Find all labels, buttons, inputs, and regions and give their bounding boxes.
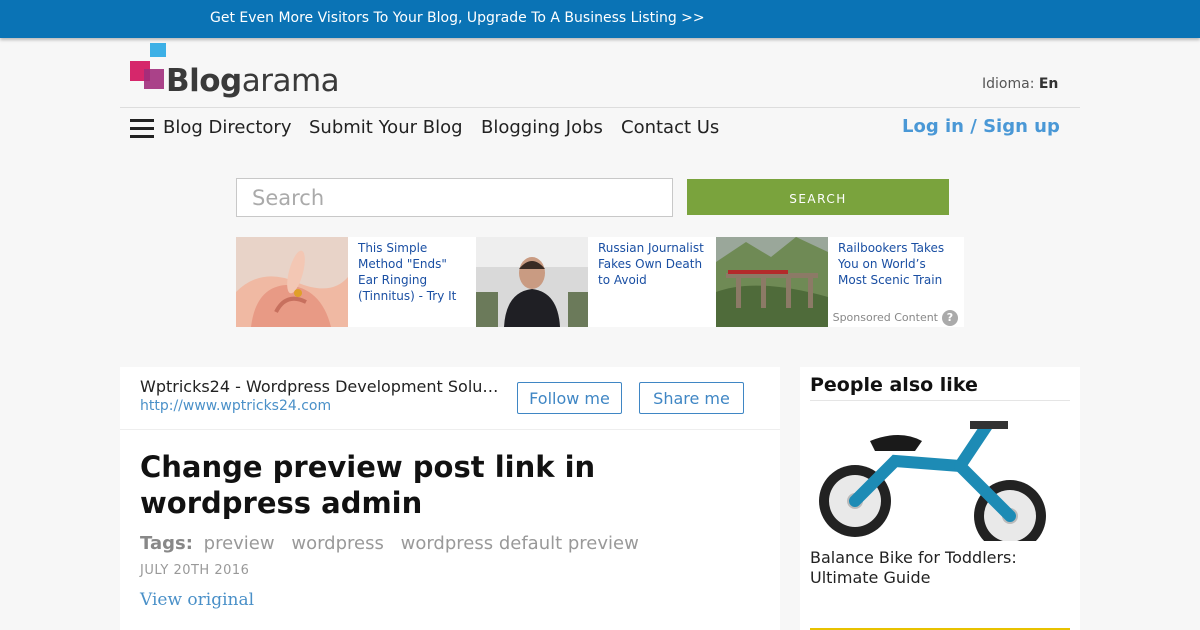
post-card: Wptricks24 - Wordpress Development Solut… xyxy=(120,367,780,630)
sidebar-people-also-like: People also like Balance Bike for Toddle… xyxy=(800,367,1080,630)
source-divider xyxy=(120,429,780,430)
help-icon[interactable]: ? xyxy=(942,310,958,326)
ad-train-image[interactable] xyxy=(716,237,828,327)
ad-item[interactable]: Russian Journalist Fakes Own Death to Av… xyxy=(476,237,704,327)
blog-name[interactable]: Wptricks24 - Wordpress Development Solut… xyxy=(140,377,500,396)
logo-wordmark: Blogarama xyxy=(166,63,340,99)
blog-url-link[interactable]: http://www.wptricks24.com xyxy=(140,398,331,414)
sidebar-card-title[interactable]: Balance Bike for Toddlers: Ultimate Guid… xyxy=(810,548,1070,588)
nav-contact-us[interactable]: Contact Us xyxy=(621,117,719,138)
nav-blog-directory[interactable]: Blog Directory xyxy=(163,117,291,138)
ad-journalist-image[interactable] xyxy=(476,237,588,327)
ad-ear-image[interactable] xyxy=(236,237,348,327)
header-divider xyxy=(120,107,1080,108)
tag-link[interactable]: preview xyxy=(204,533,275,554)
logo-square-icon xyxy=(150,43,166,57)
ad-headline[interactable]: Railbookers Takes You on World’s Most Sc… xyxy=(838,240,948,288)
follow-button[interactable]: Follow me xyxy=(517,382,622,414)
view-original-link[interactable]: View original xyxy=(140,590,254,610)
sponsored-ads: This Simple Method "Ends" Ear Ringing (T… xyxy=(236,237,964,327)
post-tags: Tags: preview wordpress wordpress defaul… xyxy=(140,533,645,554)
balance-bike-image[interactable] xyxy=(810,415,1070,552)
sponsored-content-label: Sponsored Content? xyxy=(833,310,958,326)
share-button[interactable]: Share me xyxy=(639,382,744,414)
tag-link[interactable]: wordpress xyxy=(291,533,384,554)
login-signup-link[interactable]: Log in / Sign up xyxy=(902,116,1060,137)
language-value[interactable]: En xyxy=(1039,76,1059,92)
post-date: JULY 20TH 2016 xyxy=(140,563,250,578)
ad-item[interactable]: This Simple Method "Ends" Ear Ringing (T… xyxy=(236,237,464,327)
upgrade-promo-link[interactable]: Get Even More Visitors To Your Blog, Upg… xyxy=(210,10,705,26)
nav-submit-your-blog[interactable]: Submit Your Blog xyxy=(309,117,463,138)
search-button[interactable]: SEARCH xyxy=(687,179,949,215)
language-label: Idioma: xyxy=(982,76,1035,92)
language-selector[interactable]: Idioma: En xyxy=(982,76,1058,92)
sidebar-heading: People also like xyxy=(810,374,978,396)
post-title: Change preview post link in wordpress ad… xyxy=(140,450,596,520)
ad-headline[interactable]: This Simple Method "Ends" Ear Ringing (T… xyxy=(358,240,468,304)
blogarama-logo[interactable]: Blogarama xyxy=(130,43,340,101)
tags-label: Tags: xyxy=(140,533,193,554)
logo-square-icon xyxy=(144,69,164,89)
sidebar-divider xyxy=(810,400,1070,401)
tag-link[interactable]: wordpress default preview xyxy=(401,533,639,554)
promo-bar: Get Even More Visitors To Your Blog, Upg… xyxy=(0,0,1200,38)
ad-headline[interactable]: Russian Journalist Fakes Own Death to Av… xyxy=(598,240,708,288)
search-input[interactable] xyxy=(236,178,673,217)
nav-blogging-jobs[interactable]: Blogging Jobs xyxy=(481,117,603,138)
hamburger-menu-icon[interactable] xyxy=(130,119,154,139)
